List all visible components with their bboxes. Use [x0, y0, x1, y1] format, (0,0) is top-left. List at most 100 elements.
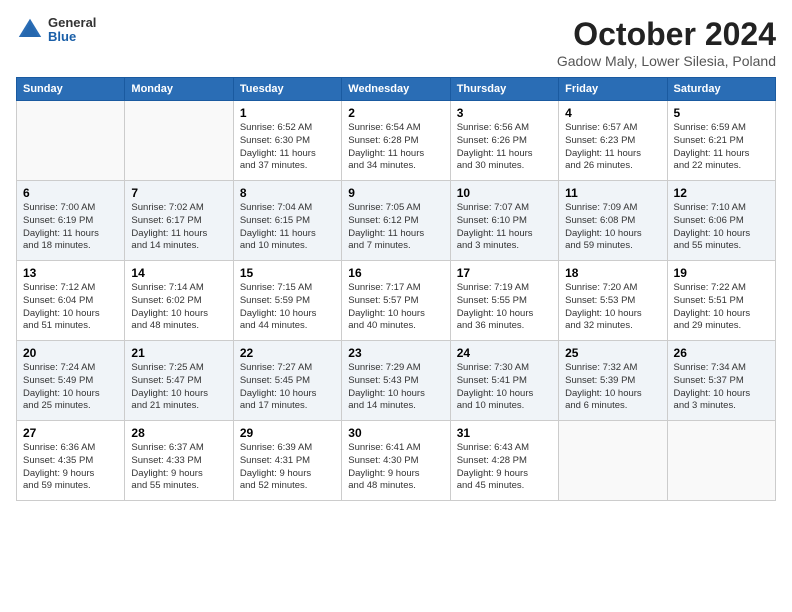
calendar-cell: 5Sunrise: 6:59 AM Sunset: 6:21 PM Daylig…: [667, 101, 775, 181]
calendar-cell: 23 Sunrise: 7:29 AM Sunset: 5:43 PM Dayli…: [342, 341, 450, 421]
day-number: 19: [674, 266, 769, 280]
calendar-cell: 30 Sunrise: 6:41 AM Sunset: 4:30 PM Dayli…: [342, 421, 450, 501]
calendar-cell: 19 Sunrise: 7:22 AM Sunset: 5:51 PM Dayli…: [667, 261, 775, 341]
calendar-cell: 4 Sunrise: 6:57 AM Sunset: 6:23 PM Daylig…: [559, 101, 667, 181]
calendar-cell: 18Sunrise: 7:20 AM Sunset: 5:53 PM Dayli…: [559, 261, 667, 341]
day-info: Sunrise: 7:07 AM Sunset: 6:10 PM Dayligh…: [457, 202, 552, 253]
calendar-cell: 20 Sunrise: 7:24 AM Sunset: 5:49 PM Dayli…: [17, 341, 125, 421]
month-title: October 2024: [557, 16, 776, 53]
day-info: Sunrise: 7:30 AM Sunset: 5:41 PM Dayligh…: [457, 362, 552, 413]
calendar-table: SundayMondayTuesdayWednesdayThursdayFrid…: [16, 77, 776, 501]
calendar-cell: 2Sunrise: 6:54 AM Sunset: 6:28 PM Daylig…: [342, 101, 450, 181]
day-number: 13: [23, 266, 118, 280]
day-info: Sunrise: 7:29 AM Sunset: 5:43 PM Dayligh…: [348, 362, 443, 413]
day-info: Sunrise: 6:59 AM Sunset: 6:21 PM Dayligh…: [674, 122, 769, 173]
logo-line1: General: [48, 16, 96, 30]
calendar-cell: [559, 421, 667, 501]
day-info: Sunrise: 7:12 AM Sunset: 6:04 PM Dayligh…: [23, 282, 118, 333]
calendar-cell: 25Sunrise: 7:32 AM Sunset: 5:39 PM Dayli…: [559, 341, 667, 421]
location: Gadow Maly, Lower Silesia, Poland: [557, 53, 776, 69]
col-header-monday: Monday: [125, 78, 233, 101]
day-info: Sunrise: 6:41 AM Sunset: 4:30 PM Dayligh…: [348, 442, 443, 493]
col-header-tuesday: Tuesday: [233, 78, 341, 101]
day-info: Sunrise: 7:34 AM Sunset: 5:37 PM Dayligh…: [674, 362, 769, 413]
day-info: Sunrise: 7:10 AM Sunset: 6:06 PM Dayligh…: [674, 202, 769, 253]
day-number: 26: [674, 346, 769, 360]
day-info: Sunrise: 7:09 AM Sunset: 6:08 PM Dayligh…: [565, 202, 660, 253]
calendar-cell: 6 Sunrise: 7:00 AM Sunset: 6:19 PM Daylig…: [17, 181, 125, 261]
day-number: 20: [23, 346, 118, 360]
calendar-cell: 14Sunrise: 7:14 AM Sunset: 6:02 PM Dayli…: [125, 261, 233, 341]
day-number: 30: [348, 426, 443, 440]
day-info: Sunrise: 7:22 AM Sunset: 5:51 PM Dayligh…: [674, 282, 769, 333]
day-number: 23: [348, 346, 443, 360]
calendar-cell: 28 Sunrise: 6:37 AM Sunset: 4:33 PM Dayli…: [125, 421, 233, 501]
calendar-cell: 26 Sunrise: 7:34 AM Sunset: 5:37 PM Dayli…: [667, 341, 775, 421]
day-info: Sunrise: 7:24 AM Sunset: 5:49 PM Dayligh…: [23, 362, 118, 413]
day-info: Sunrise: 7:19 AM Sunset: 5:55 PM Dayligh…: [457, 282, 552, 333]
day-info: Sunrise: 7:05 AM Sunset: 6:12 PM Dayligh…: [348, 202, 443, 253]
day-number: 4: [565, 106, 660, 120]
day-number: 29: [240, 426, 335, 440]
day-number: 27: [23, 426, 118, 440]
calendar-cell: 7Sunrise: 7:02 AM Sunset: 6:17 PM Daylig…: [125, 181, 233, 261]
day-info: Sunrise: 6:54 AM Sunset: 6:28 PM Dayligh…: [348, 122, 443, 173]
calendar-header-row: SundayMondayTuesdayWednesdayThursdayFrid…: [17, 78, 776, 101]
day-number: 10: [457, 186, 552, 200]
logo: General Blue: [16, 16, 96, 45]
calendar-cell: [17, 101, 125, 181]
calendar-cell: 16 Sunrise: 7:17 AM Sunset: 5:57 PM Dayli…: [342, 261, 450, 341]
day-info: Sunrise: 6:36 AM Sunset: 4:35 PM Dayligh…: [23, 442, 118, 493]
day-info: Sunrise: 7:00 AM Sunset: 6:19 PM Dayligh…: [23, 202, 118, 253]
day-number: 24: [457, 346, 552, 360]
day-number: 12: [674, 186, 769, 200]
day-number: 11: [565, 186, 660, 200]
day-number: 22: [240, 346, 335, 360]
day-info: Sunrise: 6:37 AM Sunset: 4:33 PM Dayligh…: [131, 442, 226, 493]
day-info: Sunrise: 7:25 AM Sunset: 5:47 PM Dayligh…: [131, 362, 226, 413]
week-row-3: 13 Sunrise: 7:12 AM Sunset: 6:04 PM Dayli…: [17, 261, 776, 341]
calendar-cell: 12 Sunrise: 7:10 AM Sunset: 6:06 PM Dayli…: [667, 181, 775, 261]
week-row-5: 27 Sunrise: 6:36 AM Sunset: 4:35 PM Dayli…: [17, 421, 776, 501]
day-number: 31: [457, 426, 552, 440]
day-info: Sunrise: 6:39 AM Sunset: 4:31 PM Dayligh…: [240, 442, 335, 493]
calendar-cell: 11 Sunrise: 7:09 AM Sunset: 6:08 PM Dayli…: [559, 181, 667, 261]
day-number: 28: [131, 426, 226, 440]
calendar-cell: 17Sunrise: 7:19 AM Sunset: 5:55 PM Dayli…: [450, 261, 558, 341]
day-info: Sunrise: 7:27 AM Sunset: 5:45 PM Dayligh…: [240, 362, 335, 413]
calendar-cell: 27 Sunrise: 6:36 AM Sunset: 4:35 PM Dayli…: [17, 421, 125, 501]
calendar-cell: [667, 421, 775, 501]
calendar-cell: 31 Sunrise: 6:43 AM Sunset: 4:28 PM Dayli…: [450, 421, 558, 501]
calendar-cell: [125, 101, 233, 181]
day-info: Sunrise: 7:02 AM Sunset: 6:17 PM Dayligh…: [131, 202, 226, 253]
day-info: Sunrise: 7:32 AM Sunset: 5:39 PM Dayligh…: [565, 362, 660, 413]
day-info: Sunrise: 6:52 AM Sunset: 6:30 PM Dayligh…: [240, 122, 335, 173]
title-area: October 2024 Gadow Maly, Lower Silesia, …: [557, 16, 776, 69]
calendar-cell: 22 Sunrise: 7:27 AM Sunset: 5:45 PM Dayli…: [233, 341, 341, 421]
col-header-wednesday: Wednesday: [342, 78, 450, 101]
day-number: 16: [348, 266, 443, 280]
day-info: Sunrise: 7:04 AM Sunset: 6:15 PM Dayligh…: [240, 202, 335, 253]
day-info: Sunrise: 6:57 AM Sunset: 6:23 PM Dayligh…: [565, 122, 660, 173]
header: General Blue October 2024 Gadow Maly, Lo…: [16, 16, 776, 69]
col-header-friday: Friday: [559, 78, 667, 101]
calendar-cell: 21 Sunrise: 7:25 AM Sunset: 5:47 PM Dayli…: [125, 341, 233, 421]
day-number: 21: [131, 346, 226, 360]
day-info: Sunrise: 6:56 AM Sunset: 6:26 PM Dayligh…: [457, 122, 552, 173]
day-number: 9: [348, 186, 443, 200]
week-row-1: 1Sunrise: 6:52 AM Sunset: 6:30 PM Daylig…: [17, 101, 776, 181]
day-info: Sunrise: 7:15 AM Sunset: 5:59 PM Dayligh…: [240, 282, 335, 333]
day-info: Sunrise: 7:17 AM Sunset: 5:57 PM Dayligh…: [348, 282, 443, 333]
week-row-2: 6 Sunrise: 7:00 AM Sunset: 6:19 PM Daylig…: [17, 181, 776, 261]
calendar-cell: 29 Sunrise: 6:39 AM Sunset: 4:31 PM Dayli…: [233, 421, 341, 501]
day-number: 6: [23, 186, 118, 200]
col-header-thursday: Thursday: [450, 78, 558, 101]
calendar-cell: 10 Sunrise: 7:07 AM Sunset: 6:10 PM Dayli…: [450, 181, 558, 261]
day-info: Sunrise: 7:20 AM Sunset: 5:53 PM Dayligh…: [565, 282, 660, 333]
calendar-cell: 3 Sunrise: 6:56 AM Sunset: 6:26 PM Daylig…: [450, 101, 558, 181]
calendar-cell: 9 Sunrise: 7:05 AM Sunset: 6:12 PM Daylig…: [342, 181, 450, 261]
day-number: 3: [457, 106, 552, 120]
week-row-4: 20 Sunrise: 7:24 AM Sunset: 5:49 PM Dayli…: [17, 341, 776, 421]
day-number: 8: [240, 186, 335, 200]
day-info: Sunrise: 6:43 AM Sunset: 4:28 PM Dayligh…: [457, 442, 552, 493]
